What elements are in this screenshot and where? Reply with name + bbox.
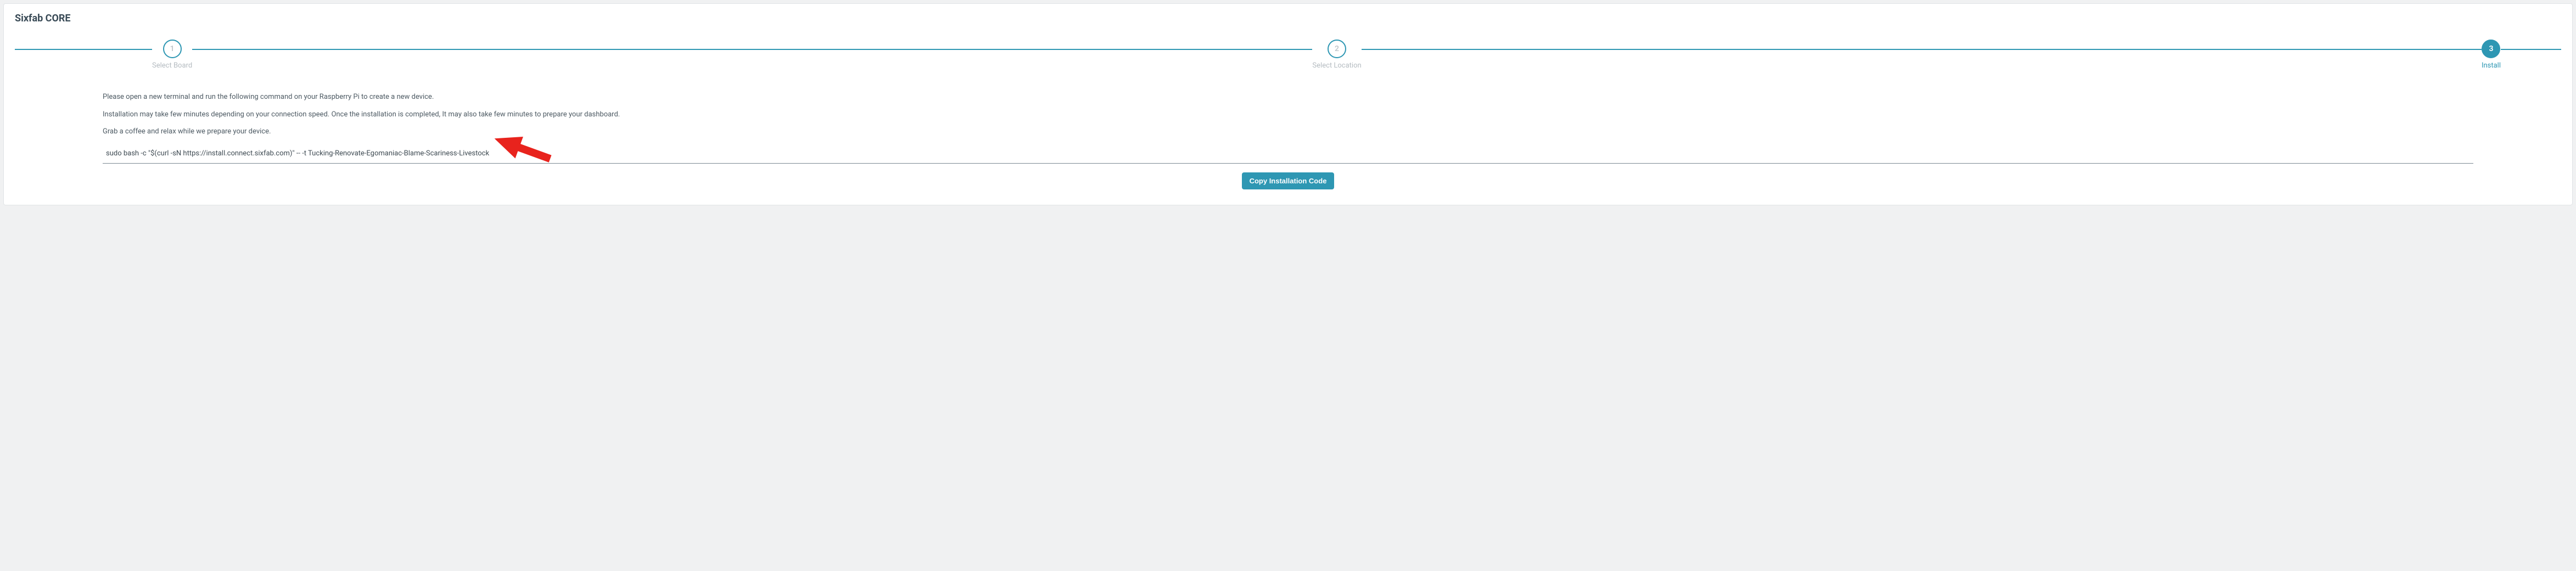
copy-installation-code-button[interactable]: Copy Installation Code <box>1242 172 1335 189</box>
step-label-2: Select Location <box>1312 61 1361 70</box>
instruction-line-1: Please open a new terminal and run the f… <box>103 92 2473 103</box>
page-title: Sixfab CORE <box>15 13 2561 24</box>
step-line <box>15 49 152 50</box>
step-label-3: Install <box>2482 61 2501 70</box>
instruction-line-3: Grab a coffee and relax while we prepare… <box>103 126 2473 137</box>
step-3: 3 Install <box>2482 40 2501 70</box>
install-card: Sixfab CORE 1 Select Board 2 Select Loca… <box>3 3 2573 205</box>
step-line <box>192 49 1312 50</box>
step-circle-2: 2 <box>1328 40 1346 58</box>
step-2: 2 Select Location <box>1312 40 1361 70</box>
step-label-1: Select Board <box>152 61 192 70</box>
stepper: 1 Select Board 2 Select Location 3 Insta… <box>15 40 2561 70</box>
step-1: 1 Select Board <box>152 40 192 70</box>
install-content: Please open a new terminal and run the f… <box>15 92 2561 189</box>
button-row: Copy Installation Code <box>103 172 2473 189</box>
step-circle-3: 3 <box>2482 40 2500 58</box>
step-line <box>1362 49 2482 50</box>
install-command-field[interactable]: sudo bash -c "$(curl -sN https://install… <box>103 144 2473 164</box>
step-line <box>2501 49 2561 50</box>
instruction-line-2: Installation may take few minutes depend… <box>103 109 2473 120</box>
step-circle-1: 1 <box>163 40 182 58</box>
